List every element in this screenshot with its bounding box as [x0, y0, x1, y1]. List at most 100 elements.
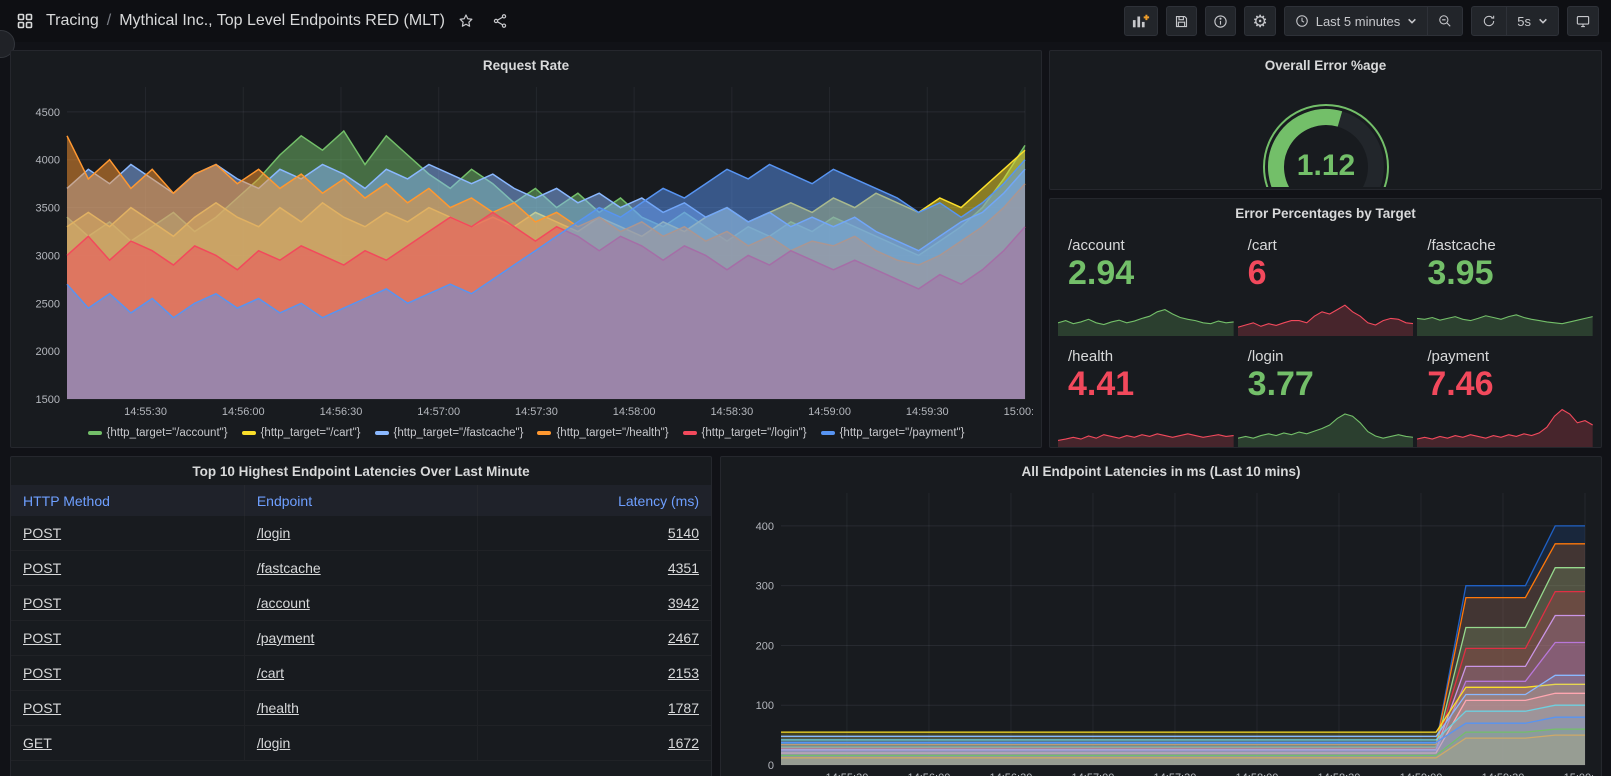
svg-text:2500: 2500 — [36, 298, 60, 310]
zoom-out-icon — [1438, 14, 1452, 28]
time-range-picker[interactable]: Last 5 minutes — [1285, 7, 1428, 35]
legend-label: {http_target="/account"} — [107, 427, 228, 439]
column-header-http-method[interactable]: HTTP Method — [11, 485, 244, 516]
svg-text:200: 200 — [756, 640, 774, 652]
table-row: POST/health 1787 — [11, 691, 711, 726]
table-cell-link[interactable]: /login — [257, 735, 290, 751]
table-cell-link[interactable]: 1787 — [668, 700, 699, 716]
panel-title[interactable]: Overall Error %age — [1060, 53, 1591, 79]
svg-text:14:59:30: 14:59:30 — [1482, 772, 1525, 776]
table-cell-link[interactable]: /login — [257, 525, 290, 541]
refresh-interval-dropdown[interactable]: 5s — [1506, 7, 1558, 35]
chevron-down-icon — [1407, 16, 1417, 26]
panel-all-latencies: All Endpoint Latencies in ms (Last 10 mi… — [720, 456, 1602, 776]
column-header-latency-ms-[interactable]: Latency (ms) — [478, 485, 711, 516]
grafana-dashboard: Tracing / Mythical Inc., Top Level Endpo… — [0, 0, 1611, 776]
svg-text:14:56:30: 14:56:30 — [320, 406, 363, 418]
svg-text:4500: 4500 — [36, 107, 60, 119]
table-cell-link[interactable]: POST — [23, 595, 61, 611]
breadcrumb-separator: / — [107, 12, 111, 30]
all-latencies-chart[interactable]: 010020030040014:55:3014:56:0014:56:3014:… — [731, 485, 1591, 776]
panel-error-percentages: Error Percentages by Target /account2.94… — [1049, 198, 1602, 448]
stat-value: 7.46 — [1417, 365, 1593, 403]
table-cell-link[interactable]: POST — [23, 665, 61, 681]
legend-item[interactable]: {http_target="/payment"} — [821, 427, 965, 439]
svg-text:14:57:00: 14:57:00 — [1072, 772, 1115, 776]
refresh-interval-label: 5s — [1517, 14, 1531, 29]
zoom-out-button[interactable] — [1427, 7, 1462, 35]
stat-sparkline — [1058, 292, 1234, 336]
stat-sparkline — [1417, 403, 1593, 447]
stat-tile-login[interactable]: /login3.77 — [1238, 340, 1414, 447]
dashboard-toolbar: ⚙ Last 5 minutes — [1124, 6, 1599, 36]
table-cell-link[interactable]: POST — [23, 525, 61, 541]
stat-value: 6 — [1238, 254, 1414, 292]
table-row: POST/account 3942 — [11, 586, 711, 621]
apps-grid-icon[interactable] — [12, 8, 38, 34]
svg-text:4000: 4000 — [36, 155, 60, 167]
table-cell-link[interactable]: POST — [23, 630, 61, 646]
stat-tile-account[interactable]: /account2.94 — [1058, 229, 1234, 336]
column-header-endpoint[interactable]: Endpoint — [244, 485, 477, 516]
stat-tile-health[interactable]: /health4.41 — [1058, 340, 1234, 447]
table-cell-link[interactable]: /health — [257, 700, 299, 716]
gauge-value: 1.12 — [1296, 149, 1354, 182]
panel-title[interactable]: All Endpoint Latencies in ms (Last 10 mi… — [731, 459, 1591, 485]
panel-request-rate: Request Rate 150020002500300035004000450… — [10, 50, 1042, 448]
tv-mode-button[interactable] — [1567, 6, 1599, 36]
breadcrumb-dashboard-title[interactable]: Mythical Inc., Top Level Endpoints RED (… — [119, 12, 445, 30]
overall-error-gauge[interactable]: 1.12 — [1060, 79, 1591, 187]
table-cell-link[interactable]: /fastcache — [257, 560, 321, 576]
table-cell-link[interactable]: 5140 — [668, 525, 699, 541]
legend-item[interactable]: {http_target="/account"} — [88, 427, 228, 439]
star-icon[interactable] — [453, 8, 479, 34]
legend-swatch — [537, 431, 551, 435]
svg-text:14:55:30: 14:55:30 — [826, 772, 869, 776]
table-cell-link[interactable]: 3942 — [668, 595, 699, 611]
monitor-icon — [1575, 14, 1591, 29]
stat-tile-payment[interactable]: /payment7.46 — [1417, 340, 1593, 447]
svg-text:14:59:00: 14:59:00 — [1400, 772, 1443, 776]
chevron-down-icon — [1538, 16, 1548, 26]
svg-text:14:56:00: 14:56:00 — [222, 406, 265, 418]
error-percentage-stats: /account2.94/cart6/fastcache3.95/health4… — [1058, 229, 1593, 447]
request-rate-chart[interactable]: 150020002500300035004000450014:55:3014:5… — [21, 79, 1031, 421]
legend-item[interactable]: {http_target="/health"} — [537, 427, 668, 439]
panel-title[interactable]: Error Percentages by Target — [1058, 201, 1593, 227]
refresh-button[interactable] — [1472, 7, 1506, 35]
share-icon[interactable] — [487, 8, 513, 34]
table-cell-link[interactable]: 1672 — [668, 735, 699, 751]
table-cell-link[interactable]: POST — [23, 560, 61, 576]
breadcrumb-app[interactable]: Tracing — [46, 12, 99, 30]
request-rate-legend: {http_target="/account"} {http_target="/c… — [21, 421, 1031, 445]
dashboard-insights-button[interactable] — [1205, 6, 1236, 36]
table-cell-link[interactable]: GET — [23, 735, 52, 751]
svg-text:14:57:00: 14:57:00 — [417, 406, 460, 418]
table-cell-link[interactable]: /payment — [257, 630, 315, 646]
table-cell-link[interactable]: 4351 — [668, 560, 699, 576]
table-row: POST/cart 2153 — [11, 656, 711, 691]
svg-text:14:58:00: 14:58:00 — [613, 406, 656, 418]
dashboard-settings-button[interactable]: ⚙ — [1244, 6, 1275, 36]
svg-text:14:59:00: 14:59:00 — [808, 406, 851, 418]
svg-text:0: 0 — [768, 760, 774, 772]
stat-label: /payment — [1417, 340, 1593, 365]
stat-tile-fastcache[interactable]: /fastcache3.95 — [1417, 229, 1593, 336]
save-dashboard-button[interactable] — [1166, 6, 1197, 36]
add-panel-button[interactable] — [1124, 6, 1158, 36]
table-cell-link[interactable]: POST — [23, 700, 61, 716]
panel-title[interactable]: Request Rate — [21, 53, 1031, 79]
table-cell-link[interactable]: /account — [257, 595, 310, 611]
legend-item[interactable]: {http_target="/login"} — [683, 427, 807, 439]
svg-text:14:57:30: 14:57:30 — [515, 406, 558, 418]
time-range-label: Last 5 minutes — [1316, 14, 1401, 29]
table-cell-link[interactable]: 2467 — [668, 630, 699, 646]
stat-sparkline — [1417, 292, 1593, 336]
stat-tile-cart[interactable]: /cart6 — [1238, 229, 1414, 336]
legend-item[interactable]: {http_target="/cart"} — [242, 427, 361, 439]
table-cell-link[interactable]: 2153 — [668, 665, 699, 681]
latency-table: HTTP MethodEndpointLatency (ms) POST/log… — [11, 485, 711, 761]
panel-title[interactable]: Top 10 Highest Endpoint Latencies Over L… — [11, 459, 711, 485]
table-cell-link[interactable]: /cart — [257, 665, 284, 681]
legend-item[interactable]: {http_target="/fastcache"} — [375, 427, 524, 439]
